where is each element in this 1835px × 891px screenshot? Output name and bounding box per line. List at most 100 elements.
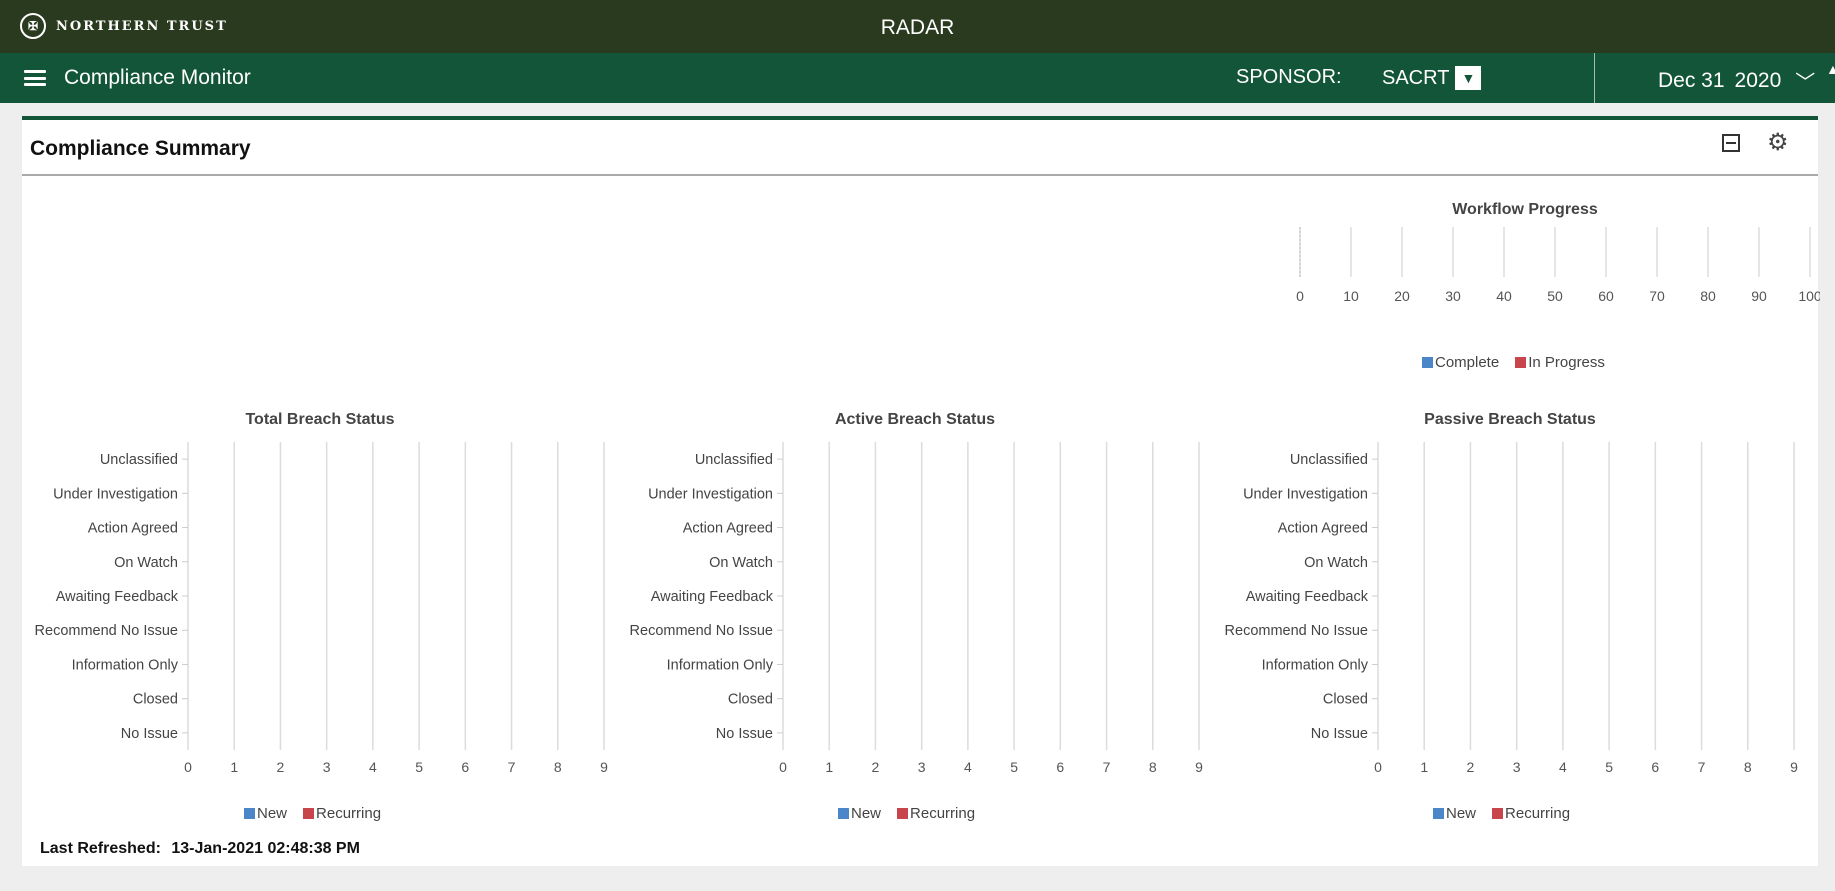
- y-category-label: Information Only: [1262, 657, 1369, 673]
- y-category-label: On Watch: [709, 555, 773, 571]
- legend-label: Recurring: [910, 805, 976, 822]
- legend-swatch: [838, 808, 849, 819]
- nav-bar: Compliance Monitor SPONSOR: SACRT ▼ Dec …: [0, 53, 1835, 103]
- y-category-label: Information Only: [72, 657, 179, 673]
- breach-legend-item[interactable]: New: [1433, 805, 1476, 822]
- legend-swatch: [244, 808, 255, 819]
- workflow-chart-title: Workflow Progress: [1452, 201, 1598, 218]
- total-breach-legend: New Recurring: [244, 805, 381, 822]
- date-month-day: Dec 31: [1658, 68, 1725, 92]
- collapse-icon[interactable]: [1722, 134, 1740, 152]
- gear-icon[interactable]: ⚙: [1767, 131, 1789, 155]
- legend-swatch: [1433, 808, 1444, 819]
- refreshed-value: 13-Jan-2021 02:48:38 PM: [171, 840, 360, 857]
- x-tick-label: 8: [1744, 759, 1752, 775]
- x-tick-label: 7: [1698, 759, 1706, 775]
- y-category-label: Awaiting Feedback: [56, 589, 179, 605]
- sponsor-label: SPONSOR:: [1236, 66, 1342, 88]
- x-tick-label: 9: [1790, 759, 1798, 775]
- x-tick-label: 4: [1559, 759, 1567, 775]
- x-tick-label: 5: [1010, 759, 1018, 775]
- x-tick-label: 6: [461, 759, 469, 775]
- x-tick-label: 90: [1751, 288, 1767, 304]
- scroll-up-icon[interactable]: ▲: [1826, 61, 1835, 77]
- y-category-label: Action Agreed: [683, 521, 773, 537]
- panel-header: Compliance Summary ⚙: [22, 120, 1818, 176]
- y-category-label: Recommend No Issue: [35, 623, 178, 639]
- app-title: RADAR: [880, 16, 955, 39]
- x-tick-label: 8: [554, 759, 562, 775]
- y-category-label: Awaiting Feedback: [1246, 589, 1369, 605]
- legend-swatch: [1515, 357, 1527, 368]
- y-category-label: On Watch: [1304, 555, 1368, 571]
- hamburger-menu-icon[interactable]: [24, 70, 46, 86]
- panel-title: Compliance Summary: [30, 137, 251, 160]
- x-tick-label: 3: [1513, 759, 1521, 775]
- x-tick-label: 10: [1343, 288, 1359, 304]
- nav-divider: [1594, 53, 1595, 103]
- legend-label: New: [1446, 805, 1477, 822]
- legend-swatch: [897, 808, 909, 819]
- x-tick-label: 2: [872, 759, 880, 775]
- x-tick-label: 1: [1420, 759, 1428, 775]
- y-category-label: Unclassified: [100, 452, 178, 468]
- legend-swatch: [1422, 357, 1433, 368]
- legend-label: In Progress: [1528, 354, 1605, 371]
- y-category-label: No Issue: [1311, 726, 1368, 742]
- x-tick-label: 7: [508, 759, 516, 775]
- y-category-label: Action Agreed: [1278, 521, 1368, 537]
- y-category-label: Unclassified: [1290, 452, 1368, 468]
- breach-legend-item[interactable]: Recurring: [303, 805, 381, 822]
- y-category-label: Action Agreed: [88, 521, 178, 537]
- breach-legend-item[interactable]: New: [838, 805, 881, 822]
- legend-label: Complete: [1435, 354, 1500, 371]
- top-bar: ✠ NORTHERN TRUST RADAR: [0, 0, 1835, 53]
- x-tick-label: 0: [184, 759, 192, 775]
- y-category-label: Under Investigation: [648, 486, 773, 502]
- x-tick-label: 1: [230, 759, 238, 775]
- x-tick-label: 2: [277, 759, 285, 775]
- x-tick-label: 2: [1467, 759, 1475, 775]
- breach-legend-item[interactable]: New: [244, 805, 287, 822]
- y-category-label: No Issue: [121, 726, 178, 742]
- x-tick-label: 5: [415, 759, 423, 775]
- breach-legend-item[interactable]: Recurring: [1492, 805, 1570, 822]
- x-tick-label: 50: [1547, 288, 1563, 304]
- date-dropdown[interactable]: Dec 31 2020 ﹀: [1658, 66, 1815, 95]
- y-category-label: Closed: [1323, 692, 1368, 708]
- refreshed-label: Last Refreshed:: [40, 840, 161, 857]
- date-year: 2020: [1734, 68, 1782, 92]
- legend-label: New: [851, 805, 882, 822]
- x-tick-label: 7: [1103, 759, 1111, 775]
- sponsor-dropdown[interactable]: SACRT ▼: [1382, 66, 1482, 90]
- x-tick-label: 0: [779, 759, 787, 775]
- workflow-progress-chart: 0 10 20 30 40 50 60 70 80 90 100: [1296, 227, 1820, 304]
- chevron-down-icon[interactable]: ▼: [1455, 66, 1482, 90]
- workflow-legend-item[interactable]: In Progress: [1515, 354, 1605, 371]
- y-category-label: Recommend No Issue: [630, 623, 773, 639]
- x-tick-label: 40: [1496, 288, 1512, 304]
- workflow-legend: Complete In Progress: [1422, 354, 1605, 371]
- y-category-label: Under Investigation: [53, 486, 178, 502]
- y-category-label: Awaiting Feedback: [651, 589, 774, 605]
- y-category-label: Recommend No Issue: [1225, 623, 1368, 639]
- x-tick-label: 4: [369, 759, 377, 775]
- x-tick-label: 0: [1296, 288, 1304, 304]
- x-tick-label: 0: [1374, 759, 1382, 775]
- nav-title: Compliance Monitor: [64, 66, 251, 89]
- y-category-label: Under Investigation: [1243, 486, 1368, 502]
- total-breach-chart: 0 1 2 3 4 5 6 7 8 9UnclassifiedUnder Investigatio…: [35, 442, 608, 775]
- passive-breach-chart: 0 1 2 3 4 5 6 7 8 9 Unclassified Under Investigatio…: [1225, 442, 1798, 775]
- breach-legend-item[interactable]: Recurring: [897, 805, 975, 822]
- x-tick-label: 80: [1700, 288, 1716, 304]
- x-tick-label: 70: [1649, 288, 1665, 304]
- x-tick-label: 20: [1394, 288, 1410, 304]
- workflow-legend-item[interactable]: Complete: [1422, 354, 1499, 371]
- last-refreshed: Last Refreshed: 13-Jan-2021 02:48:38 PM: [40, 840, 360, 858]
- x-tick-label: 100: [1798, 288, 1820, 304]
- x-tick-label: 6: [1651, 759, 1659, 775]
- legend-swatch: [303, 808, 315, 819]
- x-tick-label: 6: [1056, 759, 1064, 775]
- x-tick-label: 60: [1598, 288, 1614, 304]
- x-tick-label: 4: [964, 759, 972, 775]
